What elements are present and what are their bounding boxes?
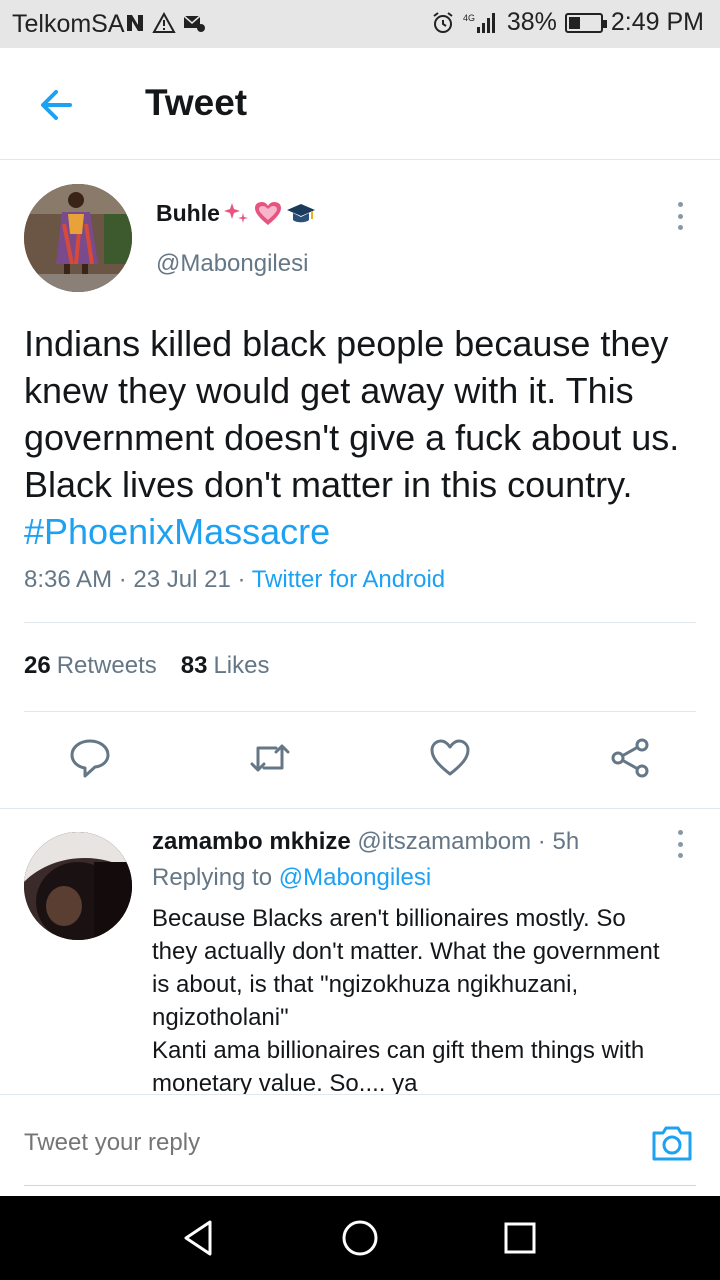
page-title: Tweet bbox=[145, 82, 248, 123]
tweet-body: Indians killed black people because they… bbox=[24, 320, 704, 555]
author-name[interactable]: Buhle bbox=[156, 200, 316, 227]
nav-recents-icon bbox=[504, 1222, 536, 1254]
signal-icon: 4G bbox=[463, 12, 495, 33]
alarm-icon bbox=[433, 11, 453, 33]
nav-recents-button[interactable] bbox=[498, 1216, 542, 1260]
camera-button[interactable] bbox=[650, 1123, 694, 1163]
tweet-meta: 8:36 AM · 23 Jul 21 · Twitter for Androi… bbox=[24, 566, 446, 593]
retweet-button[interactable] bbox=[248, 736, 292, 780]
heart-icon bbox=[430, 739, 470, 776]
reply-input[interactable] bbox=[24, 1129, 624, 1157]
composer-underline bbox=[24, 1185, 696, 1186]
battery-percent: 38% bbox=[506, 8, 557, 36]
like-button[interactable] bbox=[428, 736, 472, 780]
author-handle[interactable]: @Mabongilesi bbox=[156, 250, 308, 278]
top-app-bar: Tweet bbox=[0, 48, 720, 160]
avatar-photo bbox=[24, 832, 132, 940]
nav-home-icon bbox=[342, 1220, 378, 1256]
nfc-icon bbox=[127, 15, 143, 31]
reply-text-line: ngizotholani" bbox=[152, 1004, 289, 1031]
reply-author-avatar[interactable] bbox=[24, 832, 132, 940]
reply-age: 5h bbox=[552, 828, 580, 855]
avatar-photo bbox=[24, 184, 132, 292]
tweet-stats: 26 Retweets 83 Likes bbox=[24, 652, 269, 680]
heart-emoji-icon bbox=[254, 201, 281, 225]
clock: 2:49 PM bbox=[610, 8, 704, 36]
divider bbox=[0, 808, 720, 809]
status-right: 4G 38% 2:49 PM bbox=[431, 8, 704, 37]
tweet-text: Indians killed black people because they… bbox=[24, 323, 680, 505]
nav-back-icon bbox=[184, 1220, 212, 1256]
tweet-time: 8:36 AM bbox=[24, 566, 113, 593]
warning-icon bbox=[152, 12, 176, 33]
share-icon bbox=[611, 738, 649, 778]
more-dot bbox=[677, 841, 683, 847]
likes-stat[interactable]: 83 Likes bbox=[181, 652, 270, 680]
author-name-text: Buhle bbox=[156, 200, 220, 226]
replying-to-label: Replying to bbox=[152, 864, 273, 891]
share-button[interactable] bbox=[608, 736, 652, 780]
tweet-source-link[interactable]: Twitter for Android bbox=[252, 566, 445, 593]
divider bbox=[24, 622, 696, 623]
system-nav-bar bbox=[0, 1196, 720, 1280]
author-avatar[interactable] bbox=[24, 184, 132, 292]
sparkles-emoji-icon bbox=[223, 202, 248, 223]
reply-icon bbox=[70, 739, 110, 778]
more-dot bbox=[677, 853, 683, 858]
status-bar: TelkomSA 4G 38% 2:49 PM bbox=[0, 0, 720, 48]
more-dot bbox=[677, 202, 683, 207]
tweet-more-button[interactable] bbox=[668, 196, 692, 236]
camera-icon bbox=[652, 1126, 692, 1161]
replying-to-mention[interactable]: @Mabongilesi bbox=[279, 864, 431, 891]
retweets-count: 26 bbox=[24, 652, 51, 679]
retweet-icon bbox=[250, 744, 290, 772]
retweets-stat[interactable]: 26 Retweets bbox=[24, 652, 157, 680]
svg-text:4G: 4G bbox=[463, 13, 475, 23]
divider bbox=[24, 711, 696, 712]
tweet-actions bbox=[0, 736, 720, 786]
likes-label: Likes bbox=[213, 652, 270, 679]
reply-text-line: Kanti ama billionaires can gift them thi… bbox=[152, 1037, 645, 1064]
replying-to: Replying to @Mabongilesi bbox=[152, 864, 431, 892]
back-arrow-icon bbox=[41, 90, 72, 120]
back-button[interactable] bbox=[30, 78, 82, 130]
tweet-date: 23 Jul 21 bbox=[133, 566, 231, 593]
graduation-cap-emoji-icon bbox=[286, 203, 315, 222]
nav-home-button[interactable] bbox=[338, 1216, 382, 1260]
more-dot bbox=[677, 213, 683, 219]
nav-back-button[interactable] bbox=[178, 1216, 222, 1260]
notification-icons bbox=[124, 12, 206, 34]
reply-text-line: is about, is that "ngizokhuza ngikhuzani… bbox=[152, 971, 579, 998]
hashtag-link[interactable]: #PhoenixMassacre bbox=[24, 511, 330, 552]
retweets-label: Retweets bbox=[56, 652, 157, 679]
carrier-label: TelkomSA bbox=[12, 10, 125, 38]
reply-text-line: Because Blacks aren't billionaires mostl… bbox=[152, 905, 626, 932]
more-dot bbox=[677, 830, 683, 835]
reply-author-name[interactable]: zamambo mkhize bbox=[152, 828, 351, 855]
reply-text-line: they actually don't matter. What the gov… bbox=[152, 938, 660, 965]
likes-count: 83 bbox=[180, 652, 208, 679]
reply-composer bbox=[0, 1094, 720, 1196]
battery-icon bbox=[564, 12, 607, 33]
reply-button[interactable] bbox=[68, 736, 112, 780]
more-dot bbox=[677, 225, 683, 230]
reply-more-button[interactable] bbox=[668, 824, 692, 864]
reply-author-handle[interactable]: @itszamambom bbox=[357, 828, 531, 855]
mail-settings-icon bbox=[183, 15, 205, 32]
reply-header: zamambo mkhize @itszamambom · 5h bbox=[152, 828, 580, 855]
battery-fill bbox=[568, 16, 581, 29]
reply-body: Because Blacks aren't billionaires mostl… bbox=[152, 902, 702, 1100]
